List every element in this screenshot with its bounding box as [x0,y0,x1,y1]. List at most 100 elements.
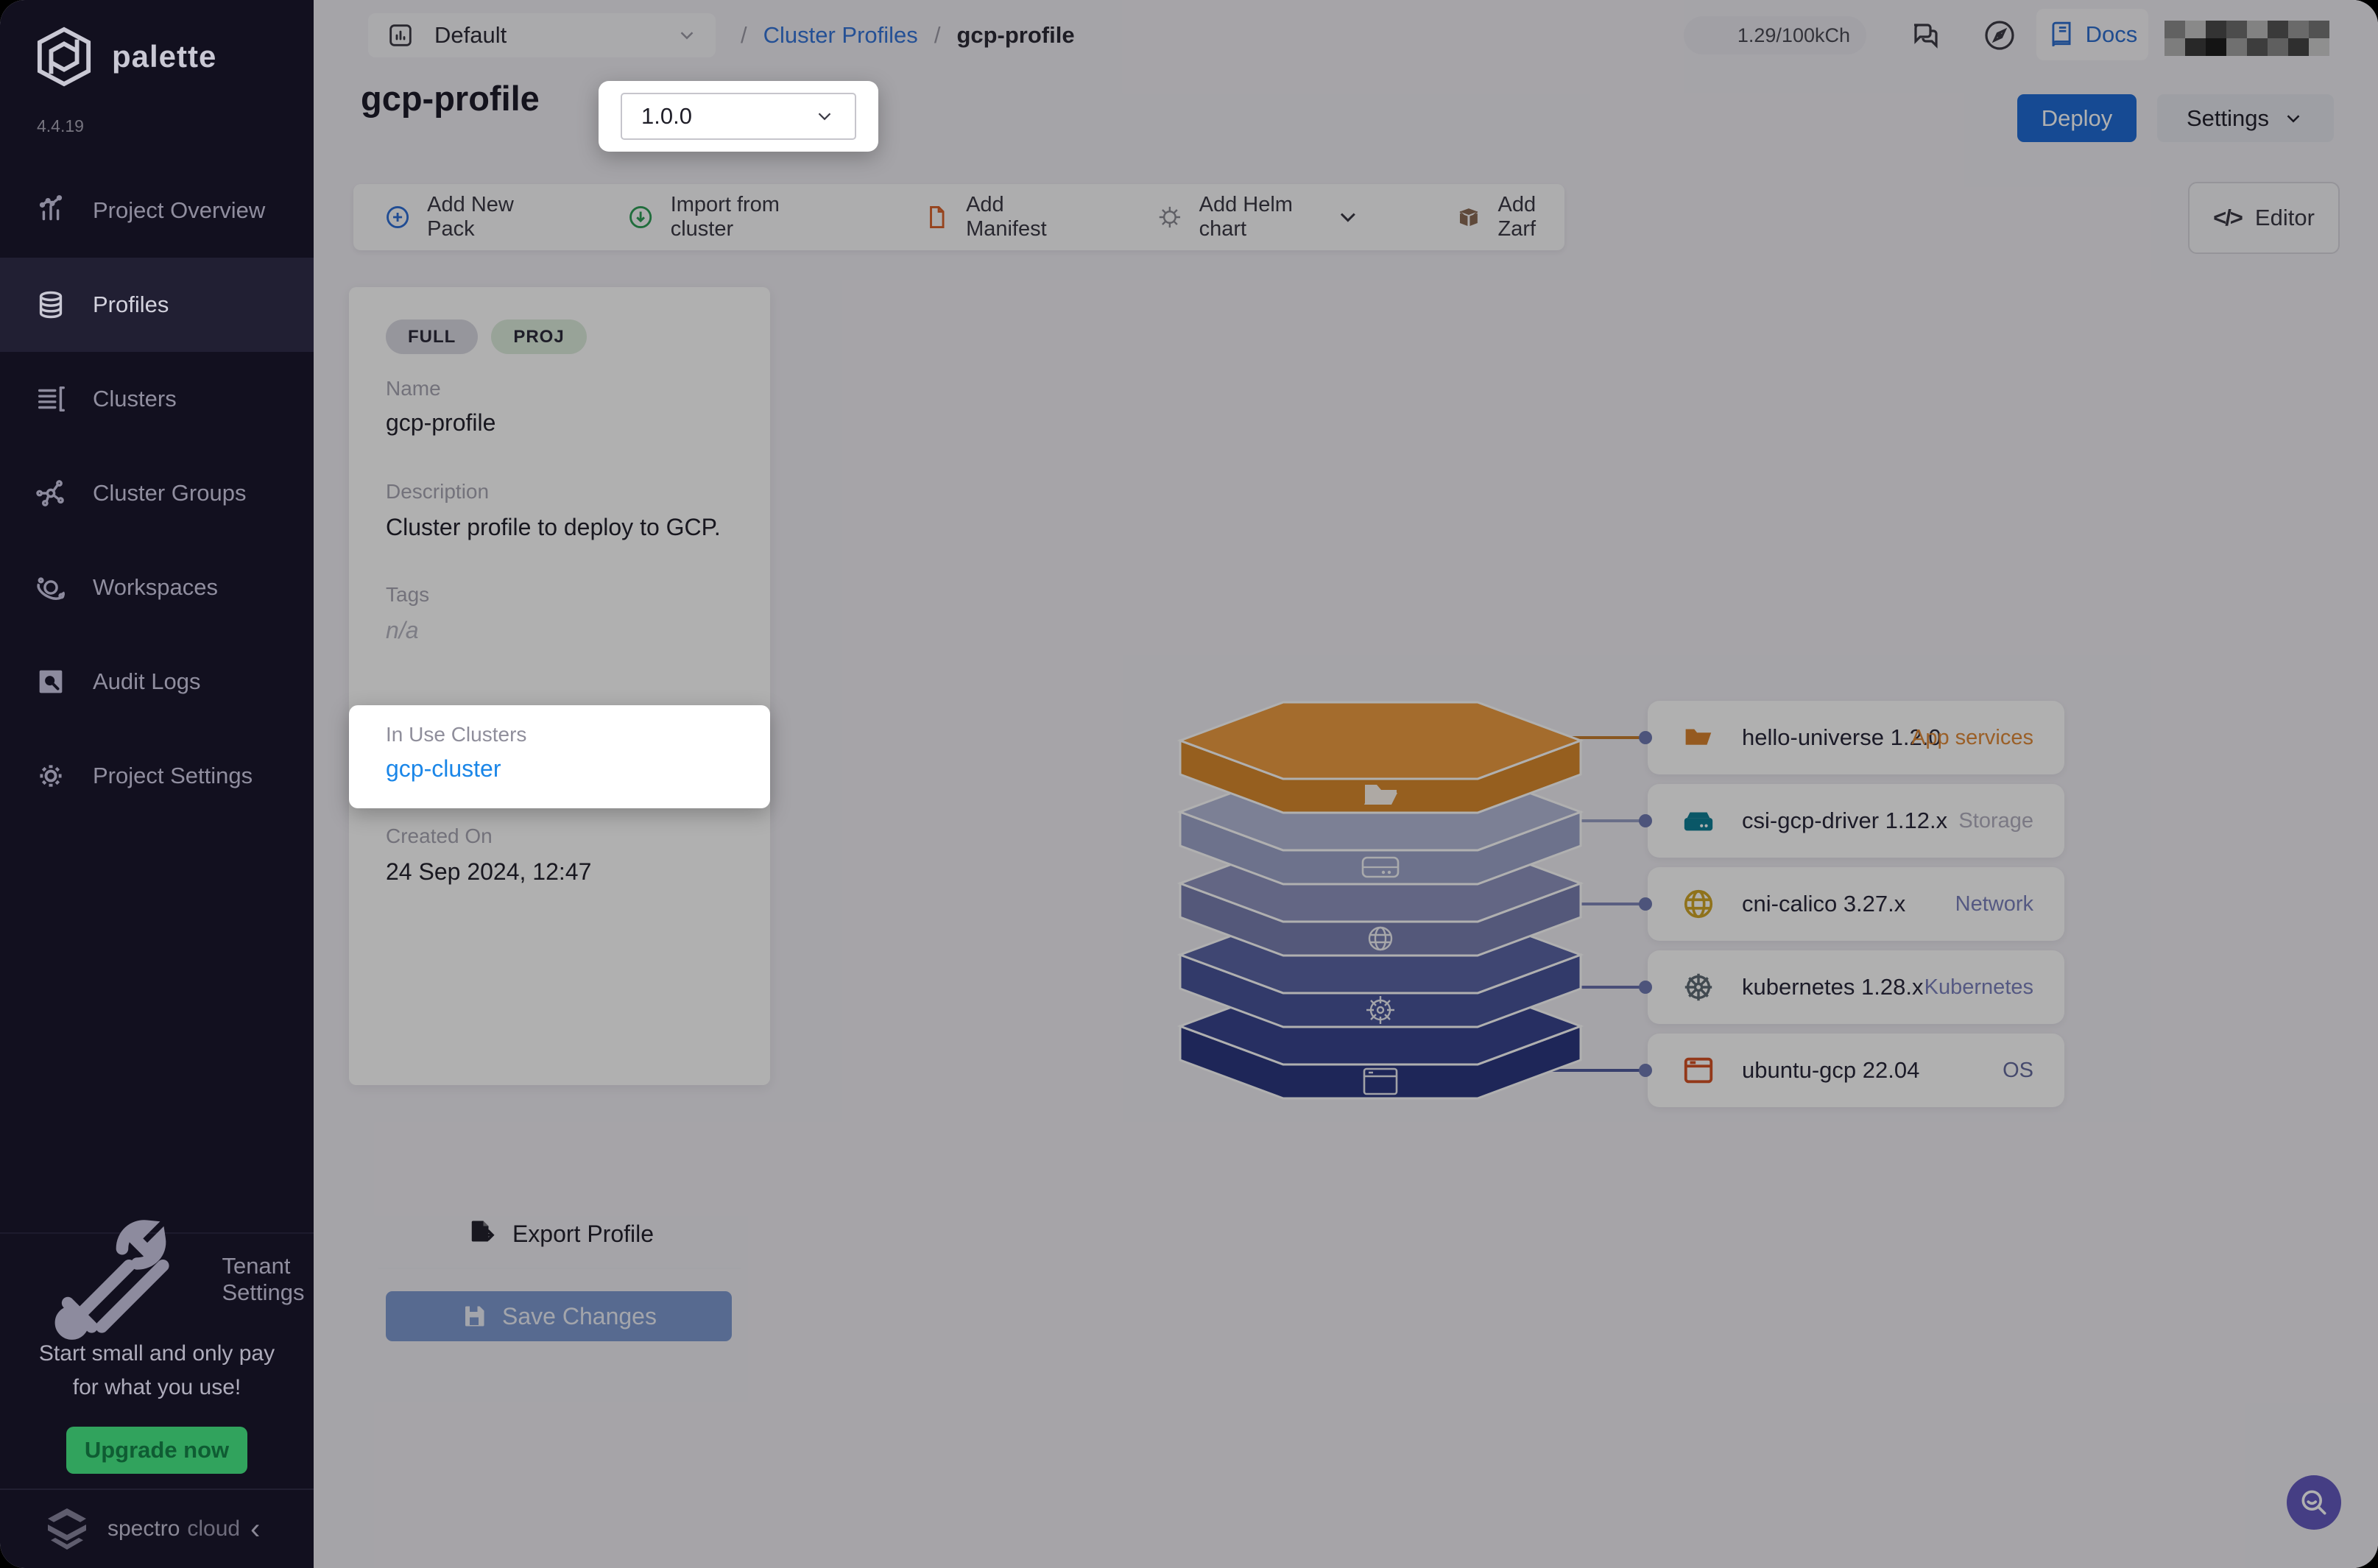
tool-label: Add Manifest [966,193,1068,241]
pack-card-csi-gcp-driver[interactable]: csi-gcp-driver 1.12.x Storage [1648,784,2064,858]
name-label: Name [386,377,441,400]
badge-full: FULL [386,319,478,354]
sidebar-item-project-overview[interactable]: Project Overview [0,163,314,258]
sidebar-item-clusters[interactable]: Clusters [0,352,314,446]
tool-label: Import from cluster [671,193,817,241]
spectro-cloud-wordmark: spectrocloud [107,1516,240,1541]
globe-icon [1682,887,1715,921]
export-profile-button[interactable]: Export Profile [349,1200,770,1268]
profile-badges: FULL PROJ [386,319,587,354]
import-from-cluster-button[interactable]: Import from cluster [627,193,817,241]
topbar: Default / Cluster Profiles / gcp-profile… [314,0,2378,71]
pack-category: Storage [1958,809,2033,833]
sidebar-item-label: Audit Logs [93,668,201,695]
version-select[interactable]: 1.0.0 [621,93,856,140]
breadcrumb-cluster-profiles[interactable]: Cluster Profiles [763,22,918,49]
profile-layer-stack [1174,698,1587,1101]
docs-button[interactable]: Docs [2036,9,2148,60]
save-changes-button[interactable]: Save Changes [386,1291,732,1341]
pack-card-hello-universe[interactable]: hello-universe 1.2.0 App services [1648,701,2064,774]
sidebar-item-tenant-settings[interactable]: Tenant Settings [0,1232,314,1325]
bar-chart-icon [34,194,68,227]
sidebar-item-label: Cluster Groups [93,480,246,506]
pack-card-ubuntu-gcp[interactable]: ubuntu-gcp 22.04 OS [1648,1034,2064,1107]
profile-info-card: FULL PROJ Name gcp-profile Description C… [349,287,770,1085]
description-value: Cluster profile to deploy to GCP. [386,514,721,541]
pack-category: Kubernetes [1924,975,2033,1000]
connector-dot [1639,731,1652,744]
add-zarf-button[interactable]: Add Zarf [1456,193,1564,241]
kubernetes-wheel-icon [1682,970,1715,1004]
stack-layer-app-services [1180,702,1581,813]
sidebar-item-label: Tenant Settings [222,1253,314,1306]
description-label: Description [386,480,489,504]
tool-label: Add Zarf [1497,193,1564,241]
sidebar-item-label: Profiles [93,292,169,318]
breadcrumb: / Cluster Profiles / gcp-profile [741,22,1075,49]
gear-icon [34,759,68,793]
settings-button[interactable]: Settings [2157,94,2334,142]
hard-drive-icon [1682,804,1715,838]
created-on-label: Created On [386,824,493,848]
tags-value: n/a [386,617,418,644]
created-on-value: 24 Sep 2024, 12:47 [386,858,591,886]
editor-label: Editor [2255,205,2315,231]
tags-label: Tags [386,583,429,607]
plus-circle-icon [384,201,411,233]
in-use-cluster-link[interactable]: gcp-cluster [386,755,501,783]
download-circle-icon [627,201,654,233]
promo-text: Start small and only pay for what you us… [0,1337,314,1405]
add-helm-chart-button[interactable]: Add Helm chart [1157,193,1361,241]
pack-category: App services [1911,726,2033,750]
pack-card-cni-calico[interactable]: cni-calico 3.27.x Network [1648,867,2064,941]
book-icon [2047,21,2075,49]
add-new-pack-button[interactable]: Add New Pack [384,193,542,241]
compass-icon[interactable] [1982,18,2017,53]
deploy-button[interactable]: Deploy [2017,94,2137,142]
version-spotlight: 1.0.0 [599,81,878,152]
project-name: Default [434,22,676,49]
project-selector[interactable]: Default [368,13,716,57]
pack-card-kubernetes[interactable]: kubernetes 1.28.x Kubernetes [1648,950,2064,1024]
network-nodes-icon [34,476,68,510]
search-help-fab[interactable] [2287,1475,2341,1530]
brand-name: palette [112,39,216,74]
sidebar-item-label: Workspaces [93,574,218,601]
chevron-down-icon [676,24,698,46]
add-manifest-button[interactable]: Add Manifest [923,193,1068,241]
in-use-clusters-spotlight: In Use Clusters gcp-cluster [349,705,770,808]
tool-label: Add New Pack [427,193,542,241]
profile-name-value: gcp-profile [386,409,495,437]
sidebar-item-profiles[interactable]: Profiles [0,258,314,352]
pack-name: ubuntu-gcp 22.04 [1742,1057,1919,1084]
pack-category: OS [2003,1059,2033,1083]
usage-badge: 1.29/100kCh [1684,16,1866,54]
helm-wheel-icon [1157,201,1183,233]
pack-name: csi-gcp-driver 1.12.x [1742,808,1947,834]
sidebar-item-label: Clusters [93,386,177,412]
profile-toolbar: Add New Pack Import from cluster Add Man… [353,184,1564,250]
os-window-icon [1682,1053,1715,1087]
chevron-down-icon [814,105,836,127]
divider [378,1268,741,1269]
in-use-clusters-label: In Use Clusters [386,723,526,746]
sidebar-item-label: Project Settings [93,763,253,789]
app-version: 4.4.19 [37,116,84,136]
sidebar-item-audit-logs[interactable]: Audit Logs [0,635,314,729]
upgrade-now-button[interactable]: Upgrade now [66,1427,247,1474]
connector-dot [1639,1064,1652,1077]
audit-log-icon [34,665,68,699]
pack-category: Network [1955,892,2033,917]
redacted-user-badge[interactable] [2164,21,2329,56]
spectro-cloud-logo-icon [43,1507,91,1551]
pack-name: kubernetes 1.28.x [1742,974,1923,1000]
server-rack-icon [34,382,68,416]
chat-icon[interactable] [1907,18,1942,53]
code-icon: </> [2213,205,2242,231]
sidebar-item-cluster-groups[interactable]: Cluster Groups [0,446,314,540]
sidebar-item-project-settings[interactable]: Project Settings [0,729,314,823]
sidebar-collapse-icon[interactable]: ‹ [250,1513,260,1546]
sidebar-item-workspaces[interactable]: Workspaces [0,540,314,635]
sidebar-nav: Project Overview Profiles Clusters [0,163,314,823]
editor-button[interactable]: </> Editor [2188,182,2340,254]
